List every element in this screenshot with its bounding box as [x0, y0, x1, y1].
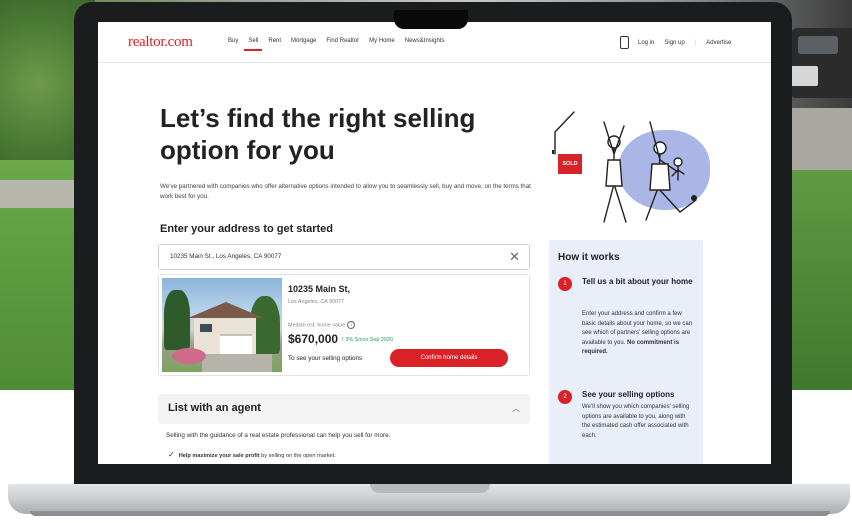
signup-link[interactable]: Sign up: [664, 40, 684, 46]
step-2-number: 2: [558, 390, 572, 404]
background-truck-grill: [790, 66, 818, 86]
photo-flower-bush: [172, 348, 206, 364]
home-value-label-text: Median est. home value: [288, 322, 346, 329]
laptop-base-foot: [30, 511, 830, 516]
step-1-number: 1: [558, 277, 572, 291]
photo-driveway: [202, 354, 272, 372]
house-photo: [162, 278, 282, 372]
address-input[interactable]: 10235 Main St., Los Angeles, CA 90077 ✕: [158, 244, 530, 270]
step-1-text: Enter your address and confirm a few bas…: [582, 310, 694, 358]
nav-my-home[interactable]: My Home: [369, 38, 395, 44]
home-value-price: $670,000: [288, 332, 339, 346]
nav-mortgage[interactable]: Mortgage: [291, 38, 316, 44]
photo-garage: [220, 334, 252, 356]
nav-news-insights[interactable]: News&Insights: [405, 38, 445, 44]
info-icon[interactable]: i: [347, 321, 356, 329]
how-it-works-title: How it works: [558, 252, 620, 263]
property-card: 10235 Main St, Los Angeles, CA 90077 Med…: [158, 274, 530, 376]
nav-sell[interactable]: Sell: [244, 38, 263, 51]
nav-find-realtor[interactable]: Find Realtor: [326, 38, 359, 44]
arrow-up-icon: ↑: [341, 336, 345, 343]
nav-divider: |: [694, 39, 697, 46]
list-with-agent-accordion[interactable]: List with an agent ︿: [158, 394, 530, 424]
confirm-home-details-button[interactable]: Confirm home details: [390, 349, 508, 367]
page-intro: We’ve partnered with companies who offer…: [160, 183, 531, 200]
login-link[interactable]: Log in: [638, 40, 654, 46]
nav-rent[interactable]: Rent: [268, 38, 281, 44]
photo-roof: [188, 302, 264, 318]
step-2-text: We’ll show you which companies’ selling …: [582, 404, 690, 439]
realtor-logo[interactable]: realtor.com: [128, 34, 193, 51]
phone-icon[interactable]: [620, 36, 629, 49]
laptop-screen: realtor.com Buy Sell Rent Mortgage Find …: [98, 22, 771, 464]
photo-window: [200, 324, 212, 332]
agent-benefit-rest: by selling on the open market.: [259, 453, 336, 459]
step-1-title: Tell us a bit about your home: [582, 277, 693, 286]
page-title: Let’s find the right selling option for …: [160, 103, 476, 165]
property-city: Los Angeles, CA 90077: [288, 299, 345, 305]
advertise-link[interactable]: Advertise: [706, 40, 731, 46]
clear-address-icon[interactable]: ✕: [509, 250, 520, 264]
background-truck-window: [798, 36, 838, 54]
property-street: 10235 Main St,: [288, 284, 351, 294]
how-it-works-panel: How it works 1 Tell us a bit about your …: [549, 240, 703, 464]
selling-options-prompt: To see your selling options: [288, 355, 363, 362]
chevron-up-icon[interactable]: ︿: [512, 403, 520, 414]
address-input-value: 10235 Main St., Los Angeles, CA 90077: [170, 253, 282, 260]
check-icon: ✓: [168, 450, 175, 459]
laptop-base-groove: [370, 484, 490, 493]
home-value-change: ↑3% Since Sep 2020: [341, 336, 393, 343]
step-2-title: See your selling options: [582, 390, 675, 399]
sold-illustration: SOLD: [538, 102, 738, 232]
laptop-camera-notch: [394, 10, 468, 29]
photo-tree-left: [164, 290, 190, 350]
list-with-agent-title: List with an agent: [168, 402, 261, 414]
people-celebrating-icon: [554, 111, 697, 223]
nav-account: Log in Sign up | Advertise: [620, 36, 741, 49]
nav-links: Buy Sell Rent Mortgage Find Realtor My H…: [228, 38, 454, 51]
agent-benefit-bold: Help maximize your sale profit: [178, 453, 260, 459]
agent-description: Selling with the guidance of a real esta…: [166, 432, 391, 439]
home-value-change-text: 3% Since Sep 2020: [345, 337, 393, 343]
nav-buy[interactable]: Buy: [228, 38, 238, 44]
address-heading: Enter your address to get started: [160, 223, 333, 235]
agent-benefit: ✓ Help maximize your sale profit by selli…: [168, 450, 336, 459]
home-value-label: Median est. home value i: [288, 321, 356, 329]
